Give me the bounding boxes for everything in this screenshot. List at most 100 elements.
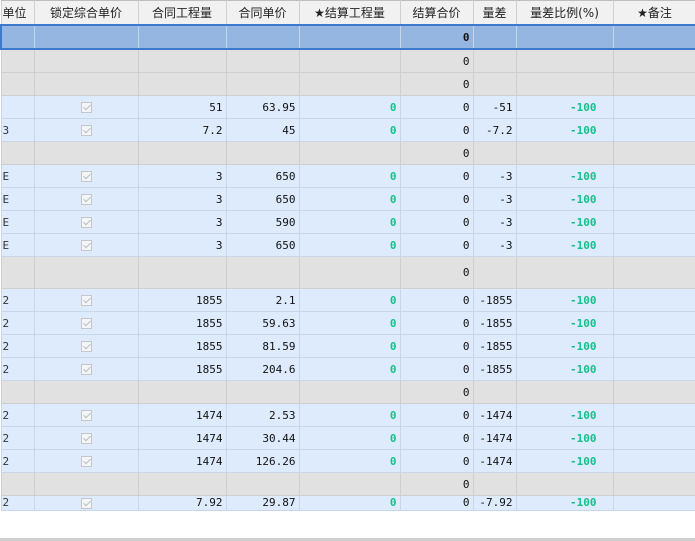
settlement-quantity-cell[interactable]: 0: [298, 95, 401, 119]
remarks-cell[interactable]: [612, 210, 695, 234]
settlement-quantity-cell[interactable]: 0: [298, 334, 401, 358]
header-lock-unit-price[interactable]: 锁定综合单价: [33, 0, 139, 26]
unit-cell: E: [0, 233, 35, 257]
settlement-quantity-cell[interactable]: 0: [298, 187, 401, 211]
settlement-quantity-cell[interactable]: [298, 141, 401, 165]
settlement-quantity-cell[interactable]: 0: [298, 288, 401, 312]
group-row[interactable]: 0: [0, 380, 695, 404]
table-row[interactable]: 2 1855 59.63 0 0 -1855 -100: [0, 311, 695, 335]
quantity-difference-cell: -1855: [472, 288, 517, 312]
remarks-cell[interactable]: [612, 164, 695, 188]
unit-cell: [0, 380, 35, 404]
table-row[interactable]: 2 7.92 29.87 0 0 -7.92 -100: [0, 495, 695, 511]
contract-unit-price-cell: [225, 72, 300, 96]
settlement-total-cell: 0: [399, 164, 474, 188]
data-grid[interactable]: 单位 锁定综合单价 合同工程量 合同单价 ★结算工程量 结算合价 量差 量差比例…: [0, 0, 695, 541]
settlement-quantity-cell[interactable]: [298, 380, 401, 404]
remarks-cell[interactable]: [612, 472, 695, 496]
remarks-cell[interactable]: [612, 187, 695, 211]
remarks-cell[interactable]: [612, 380, 695, 404]
contract-unit-price-cell: [225, 472, 300, 496]
quantity-difference-cell: -7.2: [472, 118, 517, 142]
header-contract-unit-price[interactable]: 合同单价: [225, 0, 300, 26]
settlement-quantity-cell[interactable]: 0: [298, 233, 401, 257]
lock-cell: [33, 357, 139, 381]
settlement-quantity-cell[interactable]: 0: [298, 164, 401, 188]
checkbox-checked-disabled-icon: [80, 217, 92, 228]
remarks-cell[interactable]: [612, 426, 695, 450]
group-row[interactable]: 0: [0, 256, 695, 289]
table-row[interactable]: 2 1474 126.26 0 0 -1474 -100: [0, 449, 695, 473]
table-row[interactable]: E 3 650 0 0 -3 -100: [0, 187, 695, 211]
lock-cell: [33, 426, 139, 450]
settlement-quantity-cell[interactable]: 0: [298, 449, 401, 473]
group-row[interactable]: 0: [0, 48, 695, 73]
contract-unit-price-cell: 204.6: [225, 357, 300, 381]
remarks-cell[interactable]: [612, 449, 695, 473]
remarks-cell[interactable]: [612, 48, 695, 73]
contract-quantity-cell: [137, 72, 227, 96]
table-row[interactable]: 2 1855 81.59 0 0 -1855 -100: [0, 334, 695, 358]
header-unit[interactable]: 单位: [0, 0, 35, 26]
selected-row[interactable]: 0: [0, 24, 695, 50]
group-row[interactable]: 0: [0, 472, 695, 496]
unit-cell: 3: [0, 118, 35, 142]
settlement-quantity-cell[interactable]: [298, 256, 401, 289]
settlement-quantity-cell[interactable]: 0: [298, 311, 401, 335]
remarks-cell[interactable]: [612, 495, 695, 511]
table-row[interactable]: 2 1855 204.6 0 0 -1855 -100: [0, 357, 695, 381]
checkbox-checked-disabled-icon: [80, 102, 92, 113]
table-row[interactable]: E 3 590 0 0 -3 -100: [0, 210, 695, 234]
header-settlement-total[interactable]: 结算合价: [399, 0, 474, 26]
header-quantity-difference[interactable]: 量差: [472, 0, 517, 26]
table-row[interactable]: 2 1855 2.1 0 0 -1855 -100: [0, 288, 695, 312]
remarks-cell[interactable]: [612, 233, 695, 257]
table-row[interactable]: 2 1474 30.44 0 0 -1474 -100: [0, 426, 695, 450]
remarks-cell[interactable]: [612, 118, 695, 142]
settlement-quantity-cell[interactable]: 0: [298, 118, 401, 142]
checkbox-checked-disabled-icon: [80, 456, 92, 467]
contract-quantity-cell: 7.92: [137, 495, 227, 511]
remarks-cell[interactable]: [612, 288, 695, 312]
remarks-cell[interactable]: [612, 357, 695, 381]
remarks-cell[interactable]: [612, 95, 695, 119]
settlement-quantity-cell[interactable]: 0: [298, 403, 401, 427]
checkbox-checked-disabled-icon: [80, 194, 92, 205]
remarks-cell[interactable]: [612, 141, 695, 165]
table-row[interactable]: E 3 650 0 0 -3 -100: [0, 164, 695, 188]
settlement-total-cell: 0: [399, 118, 474, 142]
header-contract-quantity[interactable]: 合同工程量: [137, 0, 227, 26]
quantity-difference-cell: -3: [472, 210, 517, 234]
table-row[interactable]: E 3 650 0 0 -3 -100: [0, 233, 695, 257]
settlement-total-cell: 0: [399, 72, 474, 96]
contract-quantity-cell: 1855: [137, 288, 227, 312]
group-row[interactable]: 0: [0, 141, 695, 165]
table-row[interactable]: 2 1474 2.53 0 0 -1474 -100: [0, 403, 695, 427]
quantity-difference-cell: [472, 256, 517, 289]
group-row[interactable]: 0: [0, 72, 695, 96]
remarks-cell[interactable]: [612, 334, 695, 358]
remarks-cell[interactable]: [612, 256, 695, 289]
header-difference-ratio[interactable]: 量差比例(%): [515, 0, 614, 26]
settlement-quantity-cell[interactable]: [298, 472, 401, 496]
settlement-quantity-cell[interactable]: [298, 48, 401, 73]
remarks-cell[interactable]: [612, 311, 695, 335]
settlement-total-cell: 0: [399, 141, 474, 165]
remarks-cell[interactable]: [612, 24, 695, 50]
contract-quantity-cell: 3: [137, 210, 227, 234]
table-row[interactable]: 3 7.2 45 0 0 -7.2 -100: [0, 118, 695, 142]
settlement-quantity-cell[interactable]: 0: [298, 426, 401, 450]
table-row[interactable]: 51 63.95 0 0 -51 -100: [0, 95, 695, 119]
settlement-quantity-cell[interactable]: [298, 24, 401, 50]
remarks-cell[interactable]: [612, 403, 695, 427]
settlement-quantity-cell[interactable]: 0: [298, 495, 401, 511]
header-settlement-quantity[interactable]: ★结算工程量: [298, 0, 401, 26]
header-remarks[interactable]: ★备注: [612, 0, 695, 26]
remarks-cell[interactable]: [612, 72, 695, 96]
contract-unit-price-cell: 29.87: [225, 495, 300, 511]
settlement-quantity-cell[interactable]: 0: [298, 210, 401, 234]
difference-ratio-cell: -100: [515, 449, 614, 473]
settlement-quantity-cell[interactable]: [298, 72, 401, 96]
contract-quantity-cell: 51: [137, 95, 227, 119]
settlement-quantity-cell[interactable]: 0: [298, 357, 401, 381]
